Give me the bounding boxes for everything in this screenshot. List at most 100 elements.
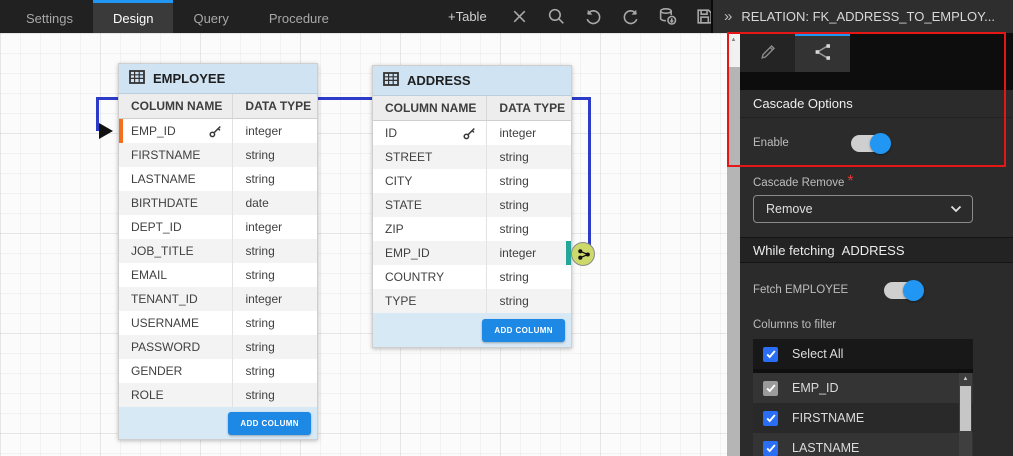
data-type-header: DATA TYPE (487, 96, 571, 120)
column-name: LASTNAME (131, 172, 196, 186)
select-all-label: Select All (792, 347, 843, 361)
table-row[interactable]: FIRSTNAMEstring (119, 143, 317, 167)
column-name-header: COLUMN NAME (119, 94, 233, 118)
table-row[interactable]: GENDERstring (119, 359, 317, 383)
data-type: date (233, 191, 317, 215)
column-name: EMP_ID (131, 124, 176, 138)
collapse-panel-icon[interactable]: » (724, 9, 732, 24)
panel-scrollbar[interactable]: ▲ (727, 33, 740, 456)
undo-icon[interactable] (584, 7, 604, 27)
required-asterisk: * (847, 173, 853, 190)
toolbar-panel-divider (711, 0, 713, 33)
db-export-icon[interactable] (658, 7, 678, 27)
cascade-options-header: Cascade Options (740, 90, 1013, 118)
data-type: string (487, 289, 571, 313)
filter-column-label: LASTNAME (792, 441, 859, 455)
column-name: ID (385, 126, 397, 140)
column-name: BIRTHDATE (131, 196, 198, 210)
redo-icon[interactable] (621, 7, 641, 27)
filter-column-row[interactable]: LASTNAME (753, 433, 973, 456)
table-row[interactable]: LASTNAME string (119, 167, 317, 191)
data-type-header: DATA TYPE (233, 94, 317, 118)
toolbar-tab-query[interactable]: Query (173, 0, 248, 33)
table-header-address[interactable]: ADDRESS (373, 66, 571, 96)
data-type: integer (487, 121, 571, 145)
relation-arrow (99, 123, 113, 139)
toolbar-tabs: SettingsDesignQueryProcedure (6, 0, 349, 33)
table-grid-icon (383, 72, 399, 89)
table-row[interactable]: ROLEstring (119, 383, 317, 407)
filter-column-row[interactable]: FIRSTNAME (753, 403, 973, 433)
data-type: string (233, 263, 317, 287)
data-type: string (233, 167, 317, 191)
list-scrollbar-thumb[interactable] (960, 386, 971, 431)
column-checkbox[interactable] (763, 441, 778, 456)
pencil-icon (758, 42, 778, 67)
column-name: PASSWORD (131, 340, 200, 354)
table-row[interactable]: ZIPstring (373, 217, 571, 241)
table-row[interactable]: PASSWORDstring (119, 335, 317, 359)
table-row[interactable]: TYPE string (373, 289, 571, 313)
table-row[interactable]: JOB_TITLEstring (119, 239, 317, 263)
table-row[interactable]: TENANT_IDinteger (119, 287, 317, 311)
toolbar-tab-settings[interactable]: Settings (6, 0, 93, 33)
cascade-remove-label: Cascade Remove (753, 177, 844, 189)
column-name: GENDER (131, 364, 182, 378)
table-row[interactable]: ID integer (373, 121, 571, 145)
table-row[interactable]: BIRTHDATE date (119, 191, 317, 215)
relation-panel: ▲ Cascade Options Enable (727, 33, 1013, 456)
column-checkbox (763, 381, 778, 396)
select-all-checkbox[interactable] (763, 347, 778, 362)
table-row[interactable]: STREETstring (373, 145, 571, 169)
columns-to-filter-label: Columns to filter (753, 319, 836, 331)
close-icon[interactable] (510, 7, 530, 27)
toolbar-tab-procedure[interactable]: Procedure (249, 0, 349, 33)
table-footer: ADD COLUMN (119, 407, 317, 439)
cascade-remove-select[interactable]: Remove (753, 195, 973, 223)
table-header-employee[interactable]: EMPLOYEE (119, 64, 317, 94)
relation-connector[interactable] (571, 242, 595, 266)
table-row[interactable]: EMAILstring (119, 263, 317, 287)
panel-content: Cascade Options Enable Cascade Remove* R… (740, 33, 1013, 456)
add-column-button[interactable]: ADD COLUMN (228, 412, 311, 435)
filter-column-row[interactable]: EMP_ID (753, 373, 973, 403)
tab-relation[interactable] (795, 33, 850, 72)
enable-toggle[interactable] (851, 135, 889, 152)
table-row[interactable]: CITYstring (373, 169, 571, 193)
table-column-headers: COLUMN NAME DATA TYPE (119, 94, 317, 119)
add-table-button[interactable]: +Table (448, 9, 487, 24)
toggle-knob (903, 280, 924, 301)
panel-tabbar (740, 33, 1013, 90)
table-row[interactable]: STATEstring (373, 193, 571, 217)
add-column-button[interactable]: ADD COLUMN (482, 319, 565, 342)
search-icon[interactable] (547, 7, 567, 27)
table-row[interactable]: DEPT_IDinteger (119, 215, 317, 239)
select-all-row[interactable]: Select All (753, 339, 973, 369)
filter-items: EMP_ID FIRSTNAME LASTNAME (753, 373, 973, 456)
scroll-up-icon[interactable]: ▲ (727, 33, 740, 46)
column-name: EMP_ID (385, 246, 430, 260)
data-type: integer (233, 287, 317, 311)
tab-edit-pencil[interactable] (740, 33, 795, 72)
db-table-address: ADDRESS COLUMN NAME DATA TYPE IDintegerS… (372, 65, 572, 348)
scroll-up-icon[interactable]: ▲ (959, 373, 972, 385)
key-icon (209, 125, 222, 138)
panel-scrollbar-thumb[interactable] (727, 67, 740, 456)
toolbar-tab-design[interactable]: Design (93, 0, 173, 33)
data-type: string (487, 145, 571, 169)
column-checkbox[interactable] (763, 411, 778, 426)
filter-column-label: FIRSTNAME (792, 411, 864, 425)
data-type: string (487, 169, 571, 193)
fetch-employee-toggle[interactable] (884, 282, 922, 299)
column-name: FIRSTNAME (131, 148, 200, 162)
list-scrollbar[interactable]: ▲ (959, 373, 972, 456)
table-row[interactable]: EMP_IDinteger (119, 119, 317, 143)
column-name: STATE (385, 198, 422, 212)
top-toolbar: SettingsDesignQueryProcedure +Table (0, 0, 713, 33)
table-row[interactable]: EMP_IDinteger (373, 241, 571, 265)
column-name-header: COLUMN NAME (373, 96, 487, 120)
table-row[interactable]: USERNAMEstring (119, 311, 317, 335)
table-row[interactable]: COUNTRYstring (373, 265, 571, 289)
fetch-employee-label: Fetch EMPLOYEE (753, 284, 848, 296)
column-name: TYPE (385, 294, 416, 308)
